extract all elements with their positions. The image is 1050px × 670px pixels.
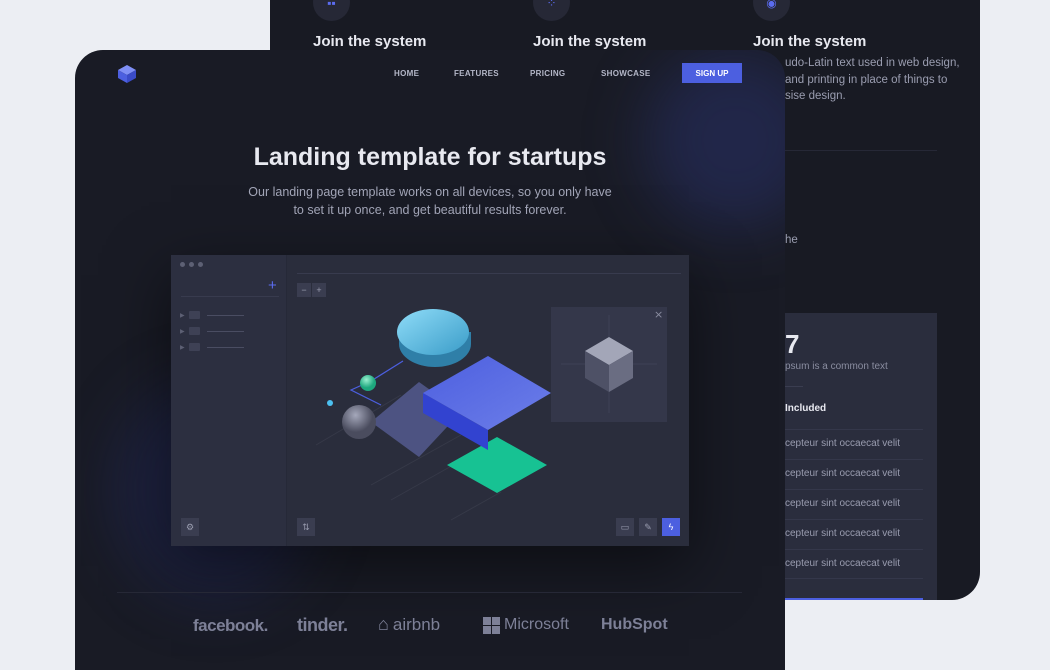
- divider: [117, 592, 742, 593]
- green-sphere: [360, 375, 376, 391]
- windows-icon: [483, 616, 500, 634]
- app-mockup: + ▶ ▶ ▶ ⚙ − + × ⇅ ▭ ✎ ϟ: [171, 255, 689, 546]
- landing-page: HOME FEATURES PRICING SHOWCASE SIGN UP L…: [75, 50, 785, 670]
- green-tile: [447, 437, 547, 493]
- airbnb-logo: ⌂ airbnb: [378, 614, 440, 635]
- feature-title: Join the system: [753, 33, 867, 50]
- nav-showcase[interactable]: SHOWCASE: [601, 69, 651, 78]
- nav-pricing[interactable]: PRICING: [530, 69, 565, 78]
- feature-description: udo-Latin text used in web design, and p…: [785, 55, 960, 105]
- hero-title: Landing template for startups: [253, 143, 607, 171]
- microsoft-logo: Microsoft: [483, 616, 569, 634]
- hero-subtitle: Our landing page template works on all d…: [248, 185, 612, 217]
- airbnb-icon: ⌂: [378, 614, 389, 634]
- feature-title: Join the system: [533, 33, 647, 50]
- gray-sphere: [342, 405, 376, 439]
- tinder-logo: tinder.: [297, 615, 348, 635]
- dots-grid-icon: ⁘: [533, 0, 570, 21]
- description-line: sise design.: [785, 90, 846, 102]
- isometric-illustration: ×: [315, 307, 667, 521]
- nav-features[interactable]: FEATURES: [454, 69, 499, 78]
- hubspot-logo: HubSpot: [601, 616, 668, 633]
- cylinder: [397, 309, 469, 355]
- facebook-logo: facebook.: [193, 616, 268, 635]
- pencil-icon[interactable]: ✎: [639, 518, 657, 536]
- close-icon[interactable]: ×: [654, 308, 663, 321]
- nav-home[interactable]: HOME: [394, 69, 419, 78]
- sort-icon[interactable]: ⇅: [297, 518, 315, 536]
- lightning-icon[interactable]: ϟ: [662, 518, 680, 536]
- layout-blocks-icon: ▪▪: [313, 0, 350, 21]
- signup-button[interactable]: SIGN UP: [682, 63, 742, 83]
- included-label: Included: [785, 403, 827, 414]
- microsoft-text: Microsoft: [504, 616, 569, 633]
- description-line: and printing in place of things to: [785, 73, 948, 86]
- airbnb-text: airbnb: [392, 614, 441, 634]
- price: 7: [785, 329, 800, 359]
- description-line: udo-Latin text used in web design,: [785, 57, 960, 69]
- logo-cube-icon[interactable]: [117, 64, 137, 84]
- feature-title: Join the system: [313, 33, 427, 50]
- pricing-subtitle: psum is a common text: [785, 361, 888, 372]
- monitor-icon[interactable]: ▭: [616, 518, 634, 536]
- target-circle-icon: ◉: [753, 0, 790, 21]
- partial-text: he: [785, 234, 798, 246]
